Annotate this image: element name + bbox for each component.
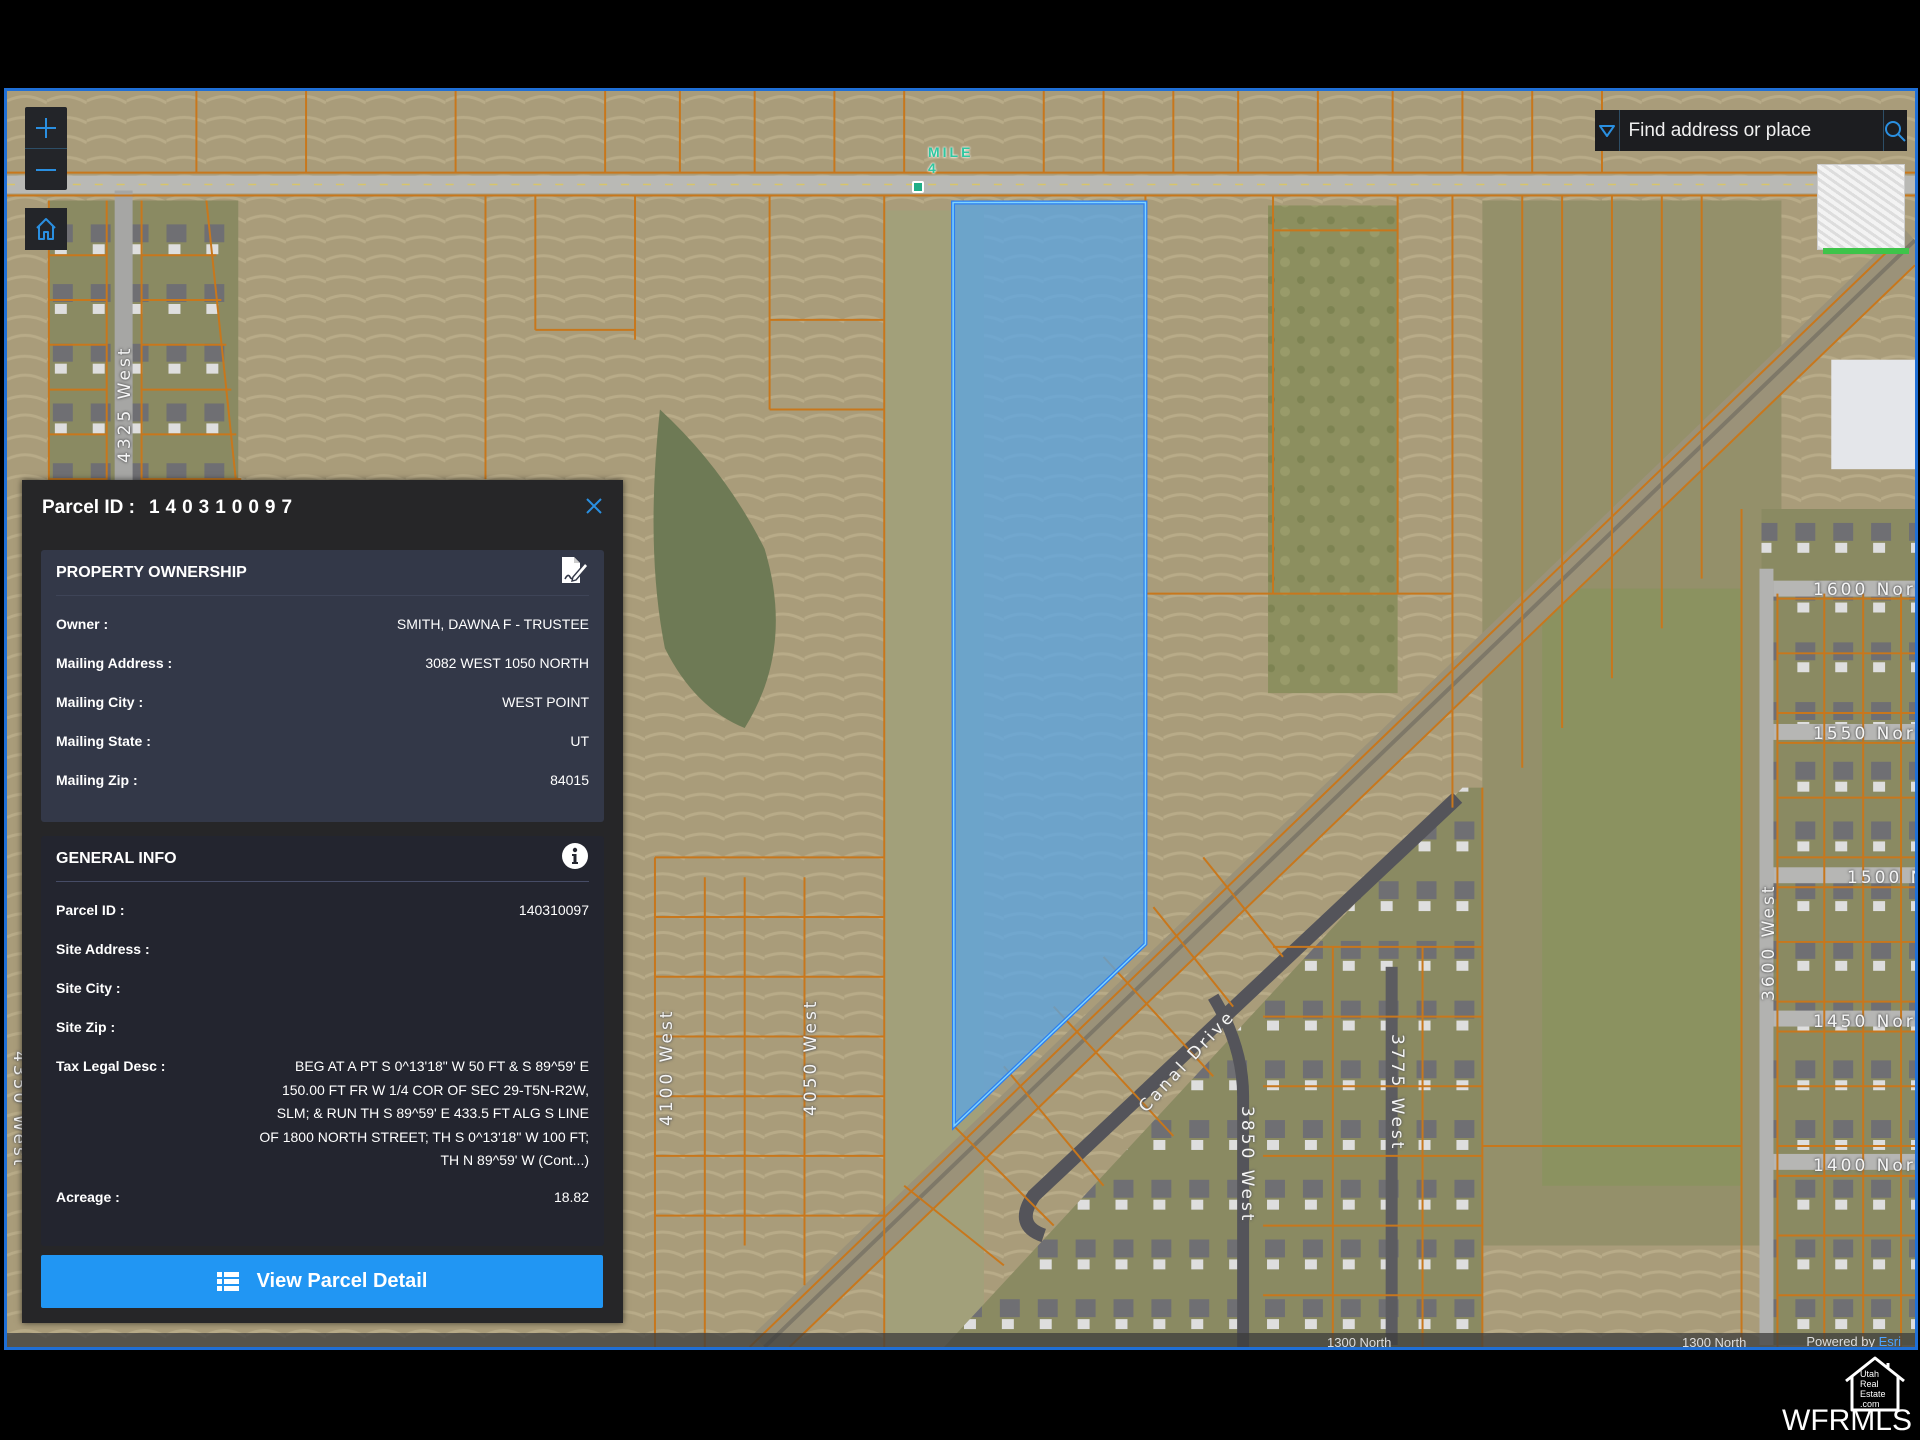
attribution-bar: 1300 North 1300 North Powered by Esri	[7, 1333, 1915, 1347]
attribution-prefix: Powered by	[1806, 1334, 1879, 1349]
wfrmls-watermark: WFRMLS	[1782, 1404, 1912, 1437]
ownership-row-mailing-city: Mailing City : WEST POINT	[56, 694, 589, 733]
ownership-rows: Owner : SMITH, DAWNA F - TRUSTEE Mailing …	[41, 596, 604, 811]
esri-link[interactable]: Esri	[1879, 1334, 1901, 1347]
section-header: GENERAL INFO	[56, 836, 589, 882]
overview-map-extent	[1823, 248, 1909, 254]
street-label: 1300 North	[1327, 1335, 1392, 1350]
popup-title-label: Parcel ID :	[42, 497, 135, 518]
zoom-controls	[25, 107, 67, 190]
overview-map[interactable]	[1817, 164, 1905, 250]
general-row-site-address: Site Address :	[56, 941, 589, 980]
triangle-down-icon	[1598, 124, 1615, 137]
field-label: Site City :	[56, 980, 121, 996]
general-row-site-city: Site City :	[56, 980, 589, 1019]
general-row-site-zip: Site Zip :	[56, 1019, 589, 1058]
popup-header: Parcel ID : 140310097	[22, 480, 623, 536]
street-label: 1450 North	[1813, 1012, 1916, 1032]
street-label: 3600 West	[1759, 883, 1779, 1001]
section-title: PROPERTY OWNERSHIP	[56, 563, 247, 581]
search-source-dropdown[interactable]	[1595, 110, 1620, 151]
street-label: 3775 West	[1387, 1034, 1407, 1152]
mile-marker-label: MILE	[928, 144, 974, 160]
street-label: 1500 North	[1847, 868, 1915, 888]
list-icon	[216, 1271, 239, 1291]
field-value: 3082 WEST 1050 NORTH	[425, 655, 589, 671]
street-label: 1550 North	[1813, 724, 1916, 744]
general-row-tax-legal-desc: Tax Legal Desc : BEG AT A PT S 0^13'18" W…	[56, 1058, 589, 1189]
section-title: GENERAL INFO	[56, 849, 177, 867]
ownership-row-owner: Owner : SMITH, DAWNA F - TRUSTEE	[56, 616, 589, 655]
edit-document-icon	[559, 555, 589, 590]
street-label: 4050 West	[801, 998, 821, 1116]
field-label: Mailing State :	[56, 733, 151, 749]
street-label: 1300 North	[1682, 1335, 1747, 1350]
mile-marker-icon	[912, 181, 924, 193]
ownership-row-mailing-address: Mailing Address : 3082 WEST 1050 NORTH	[56, 655, 589, 694]
home-icon	[36, 218, 56, 240]
close-icon	[586, 497, 602, 514]
mile-marker-number: 4	[928, 160, 939, 176]
general-info-section: GENERAL INFO Parcel ID : 140310097 Site A…	[41, 836, 604, 1246]
street-label: 1600 North	[1813, 580, 1916, 600]
field-label: Acreage :	[56, 1189, 120, 1205]
search-icon	[1885, 120, 1906, 142]
search-widget	[1595, 110, 1907, 151]
logo-text: Utah	[1860, 1369, 1879, 1379]
general-row-parcel-id: Parcel ID : 140310097	[56, 902, 589, 941]
street-label: 1400 North	[1813, 1156, 1916, 1176]
logo-text: Real	[1860, 1379, 1879, 1389]
field-label: Mailing City :	[56, 694, 144, 710]
field-label: Parcel ID :	[56, 902, 125, 918]
street-label: 4325 West	[115, 345, 135, 463]
field-label: Tax Legal Desc :	[56, 1058, 166, 1074]
general-info-rows: Parcel ID : 140310097 Site Address : Site…	[41, 882, 604, 1228]
view-parcel-detail-label: View Parcel Detail	[256, 1270, 428, 1292]
ownership-row-mailing-state: Mailing State : UT	[56, 733, 589, 772]
attribution-text: Powered by Esri	[1806, 1334, 1901, 1349]
popup-title-parcel-id: 140310097	[148, 497, 299, 518]
field-value: WEST POINT	[502, 694, 589, 710]
view-parcel-detail-button[interactable]: View Parcel Detail	[41, 1255, 603, 1308]
field-label: Site Zip :	[56, 1019, 116, 1035]
home-button[interactable]	[25, 208, 67, 250]
field-label: Site Address :	[56, 941, 150, 957]
zoom-in-button[interactable]	[25, 107, 67, 148]
close-button[interactable]	[585, 497, 603, 520]
ownership-row-mailing-zip: Mailing Zip : 84015	[56, 772, 589, 811]
field-value: BEG AT A PT S 0^13'18" W 50 FT & S 89^59…	[259, 1058, 589, 1168]
field-value: SMITH, DAWNA F - TRUSTEE	[396, 616, 589, 632]
mile-marker: MILE 4	[928, 144, 973, 176]
parcel-popup: Parcel ID : 140310097 PROPERTY OWNERSHIP…	[22, 480, 623, 1323]
field-label: Owner :	[56, 616, 109, 632]
property-ownership-section: PROPERTY OWNERSHIP Owner : SMITH, DAWNA F…	[41, 550, 604, 822]
zoom-out-button[interactable]	[25, 149, 67, 190]
search-button[interactable]	[1882, 110, 1908, 151]
info-icon	[561, 842, 589, 875]
street-label: 3850 West	[1237, 1106, 1257, 1224]
field-label: Mailing Address :	[56, 655, 173, 671]
general-row-acreage: Acreage : 18.82	[56, 1189, 589, 1228]
field-label: Mailing Zip :	[56, 772, 138, 788]
plus-icon	[36, 117, 56, 138]
section-header: PROPERTY OWNERSHIP	[56, 550, 589, 596]
search-input[interactable]	[1619, 110, 1883, 151]
logo-text: Estate	[1860, 1389, 1886, 1399]
field-value: UT	[570, 733, 589, 749]
field-value: 18.82	[553, 1189, 589, 1205]
street-label: 4100 West	[657, 1008, 677, 1126]
minus-icon	[36, 168, 56, 171]
field-value: 84015	[550, 772, 589, 788]
field-value: 140310097	[518, 902, 589, 918]
